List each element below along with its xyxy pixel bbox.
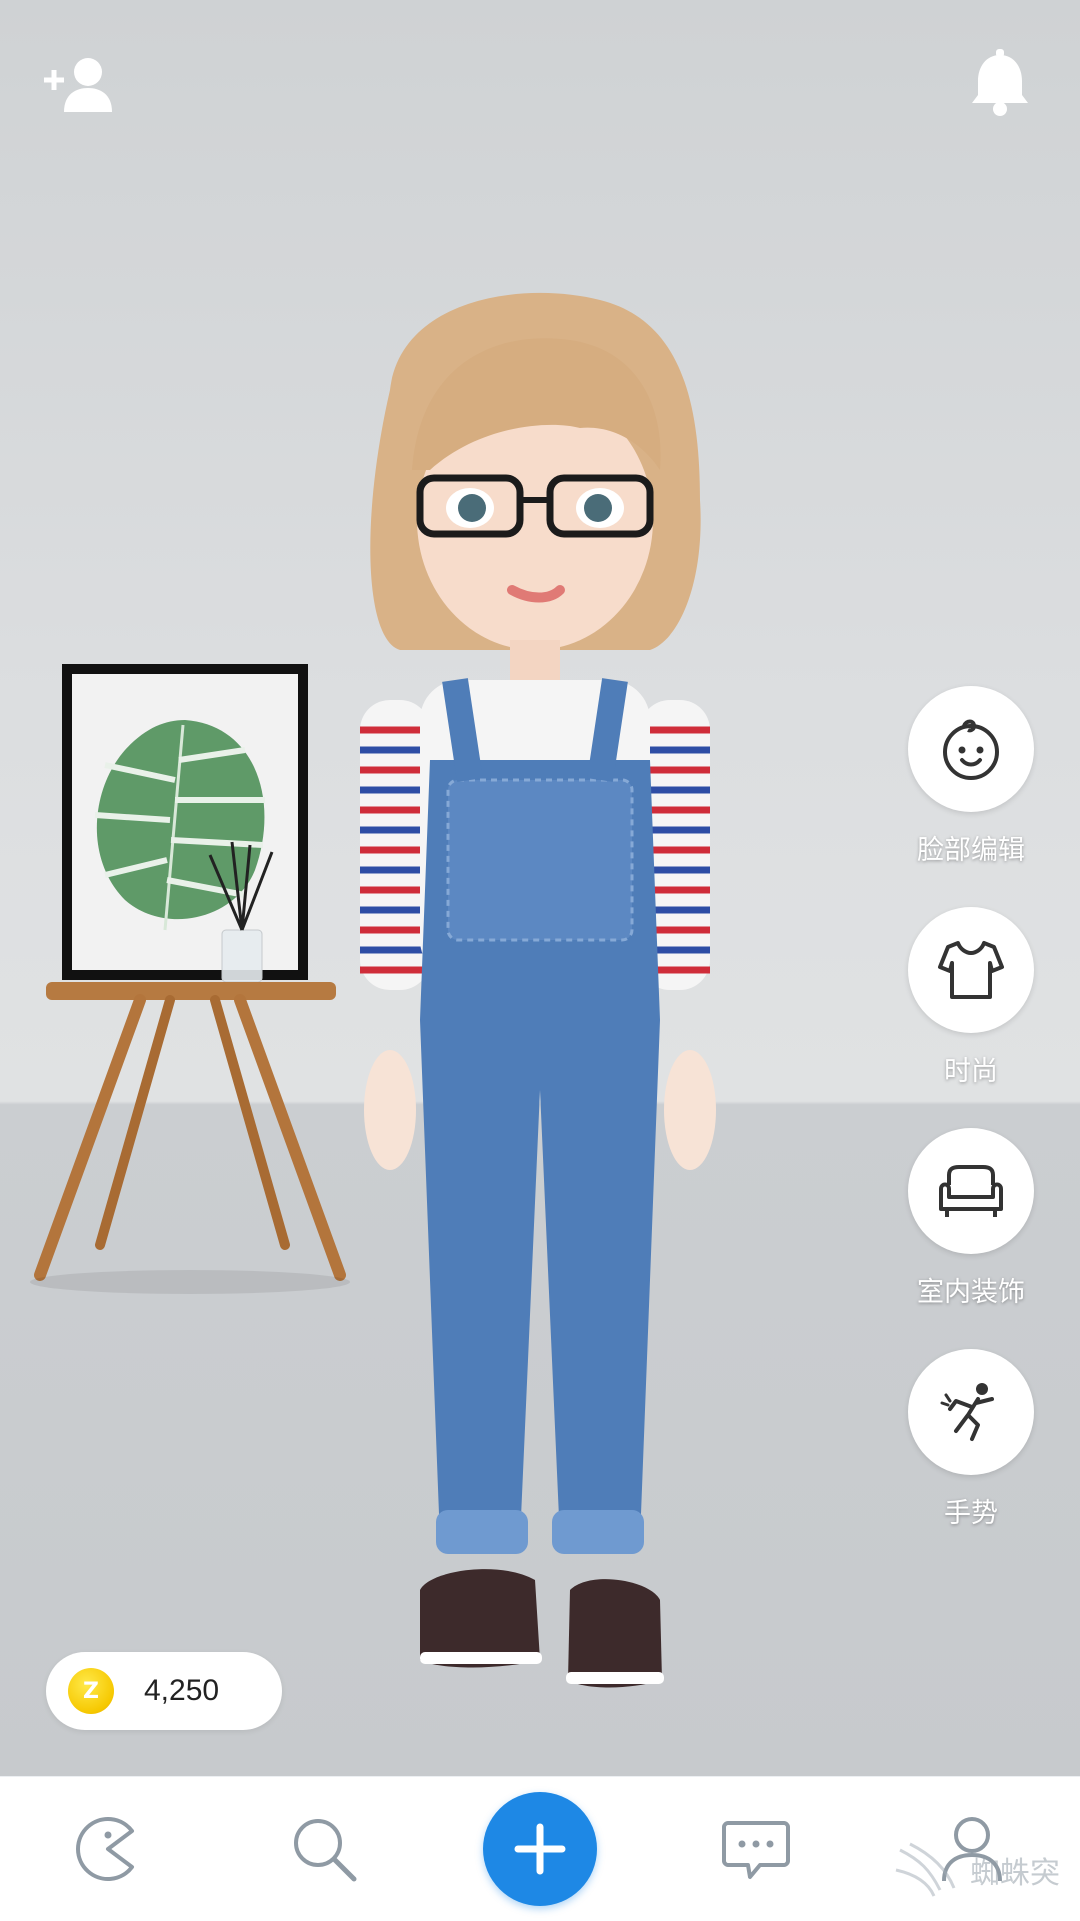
- bell-icon: [972, 49, 1028, 116]
- face-icon: [943, 719, 999, 780]
- watermark-text: 蜘蛛突: [970, 1856, 1060, 1891]
- dance-gesture-icon: [940, 1383, 994, 1441]
- sofa-icon: [939, 1165, 1003, 1217]
- face-edit-button[interactable]: 脸部编辑: [906, 686, 1036, 867]
- add-friend-button[interactable]: [40, 44, 120, 124]
- shirt-icon: [938, 941, 1004, 999]
- coin-balance[interactable]: Z 4,250: [46, 1652, 282, 1730]
- search-tab[interactable]: [264, 1789, 384, 1909]
- add-friend-icon: [44, 58, 112, 112]
- create-button[interactable]: [483, 1792, 597, 1906]
- plus-icon: [514, 1823, 566, 1875]
- fashion-button[interactable]: 时尚: [906, 907, 1036, 1088]
- side-menu: 脸部编辑 时尚 室内装饰 手势: [906, 686, 1036, 1570]
- home-tab[interactable]: [48, 1789, 168, 1909]
- chat-tab[interactable]: [696, 1789, 816, 1909]
- fashion-label: 时尚: [944, 1056, 998, 1087]
- gesture-label: 手势: [944, 1498, 998, 1529]
- zepeto-coin-icon: Z: [68, 1668, 114, 1714]
- notification-button[interactable]: [960, 44, 1040, 124]
- avatar-room-scene: 脸部编辑 时尚 室内装饰 手势 Z 4,250: [0, 0, 1080, 1776]
- create-tab[interactable]: [480, 1789, 600, 1909]
- gesture-button[interactable]: 手势: [906, 1349, 1036, 1530]
- interior-label: 室内装饰: [917, 1277, 1025, 1308]
- interior-button[interactable]: 室内装饰: [906, 1128, 1036, 1309]
- search-icon: [294, 1819, 357, 1882]
- site-watermark: 蜘蛛突: [890, 1840, 1060, 1900]
- spider-logo-icon: [895, 1842, 956, 1897]
- face-edit-label: 脸部编辑: [917, 835, 1025, 866]
- chat-bubble-icon: [722, 1821, 790, 1879]
- pacman-home-icon: [76, 1817, 134, 1881]
- coin-amount: 4,250: [144, 1674, 220, 1707]
